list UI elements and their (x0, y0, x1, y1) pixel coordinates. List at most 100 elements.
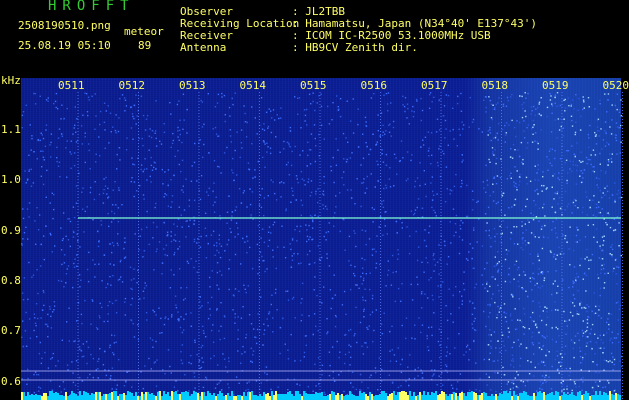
noise-speck (179, 119, 181, 121)
noise-speck (151, 130, 154, 132)
noise-speck (498, 311, 500, 313)
noise-speck (44, 351, 46, 354)
noise-speck (56, 157, 58, 159)
noise-speck (601, 215, 604, 217)
meter-bar (351, 394, 353, 400)
noise-speck (549, 162, 551, 164)
noise-speck (527, 124, 530, 126)
noise-speck (327, 105, 329, 108)
noise-speck (366, 187, 368, 190)
noise-speck (483, 310, 485, 313)
noise-speck (163, 248, 165, 250)
noise-speck (485, 106, 487, 109)
noise-speck (382, 134, 384, 137)
noise-speck (521, 161, 523, 164)
noise-speck (354, 265, 356, 268)
noise-speck (177, 150, 179, 152)
noise-speck (245, 291, 247, 294)
noise-speck (151, 169, 154, 171)
noise-speck (538, 259, 540, 262)
meter-bar (183, 392, 185, 400)
noise-speck (162, 183, 164, 185)
noise-speck (270, 388, 272, 391)
noise-speck (107, 313, 109, 315)
noise-speck (194, 341, 196, 343)
noise-speck (360, 275, 362, 278)
noise-speck (146, 319, 148, 321)
noise-speck (555, 326, 557, 329)
noise-speck (287, 299, 290, 301)
noise-speck (566, 205, 569, 208)
noise-speck (425, 245, 428, 247)
noise-speck (533, 375, 535, 377)
noise-speck (310, 180, 313, 182)
meter-bar (429, 395, 431, 400)
noise-speck (393, 153, 396, 155)
noise-speck (524, 110, 526, 112)
noise-speck (27, 178, 29, 180)
noise-speck (609, 253, 611, 255)
noise-speck (175, 307, 178, 309)
noise-speck (484, 287, 486, 289)
noise-speck (318, 383, 320, 385)
noise-speck (398, 160, 401, 163)
noise-speck (181, 226, 183, 228)
noise-speck (164, 317, 166, 320)
noise-speck (254, 169, 256, 171)
noise-speck (92, 300, 94, 302)
noise-speck (266, 151, 268, 153)
noise-speck (555, 341, 557, 343)
noise-speck (364, 342, 366, 344)
noise-speck (124, 301, 126, 303)
noise-speck (601, 208, 603, 210)
noise-speck (465, 351, 467, 353)
noise-speck (363, 178, 365, 180)
noise-speck (230, 141, 232, 143)
noise-speck (80, 279, 82, 281)
noise-speck (473, 320, 475, 322)
noise-speck (305, 224, 307, 226)
noise-speck (99, 155, 101, 157)
noise-speck (287, 389, 289, 391)
meter-bar (419, 392, 421, 400)
meter-bar (153, 395, 155, 400)
noise-speck (614, 104, 617, 107)
noise-speck (343, 184, 345, 186)
noise-speck (574, 198, 576, 201)
noise-speck (404, 110, 406, 113)
noise-speck (599, 152, 601, 155)
noise-speck (391, 254, 394, 257)
noise-speck (511, 119, 513, 122)
noise-speck (438, 273, 440, 275)
meter-bar (343, 396, 345, 400)
noise-speck (565, 333, 567, 335)
noise-speck (110, 284, 112, 286)
noise-speck (343, 362, 346, 365)
noise-speck (452, 294, 454, 297)
noise-speck (390, 135, 392, 137)
noise-speck (430, 326, 433, 328)
noise-speck (606, 332, 608, 334)
noise-speck (575, 279, 577, 281)
noise-speck (430, 132, 433, 134)
noise-speck (142, 194, 145, 196)
noise-speck (499, 225, 501, 228)
noise-speck (570, 339, 573, 341)
y-tick-label: 0.6 (1, 374, 21, 388)
noise-speck (328, 222, 330, 224)
noise-speck (450, 313, 452, 315)
noise-speck (416, 100, 418, 102)
noise-speck (373, 93, 375, 95)
meter-bar (173, 392, 175, 400)
noise-speck (490, 139, 492, 142)
noise-speck (580, 369, 582, 371)
noise-speck (523, 120, 525, 122)
noise-speck (573, 108, 575, 110)
noise-speck (449, 221, 451, 223)
meter-bar (313, 394, 315, 400)
noise-speck (79, 376, 81, 379)
noise-speck (92, 376, 94, 379)
noise-speck (103, 254, 106, 256)
noise-speck (488, 229, 490, 232)
noise-speck (86, 362, 88, 365)
